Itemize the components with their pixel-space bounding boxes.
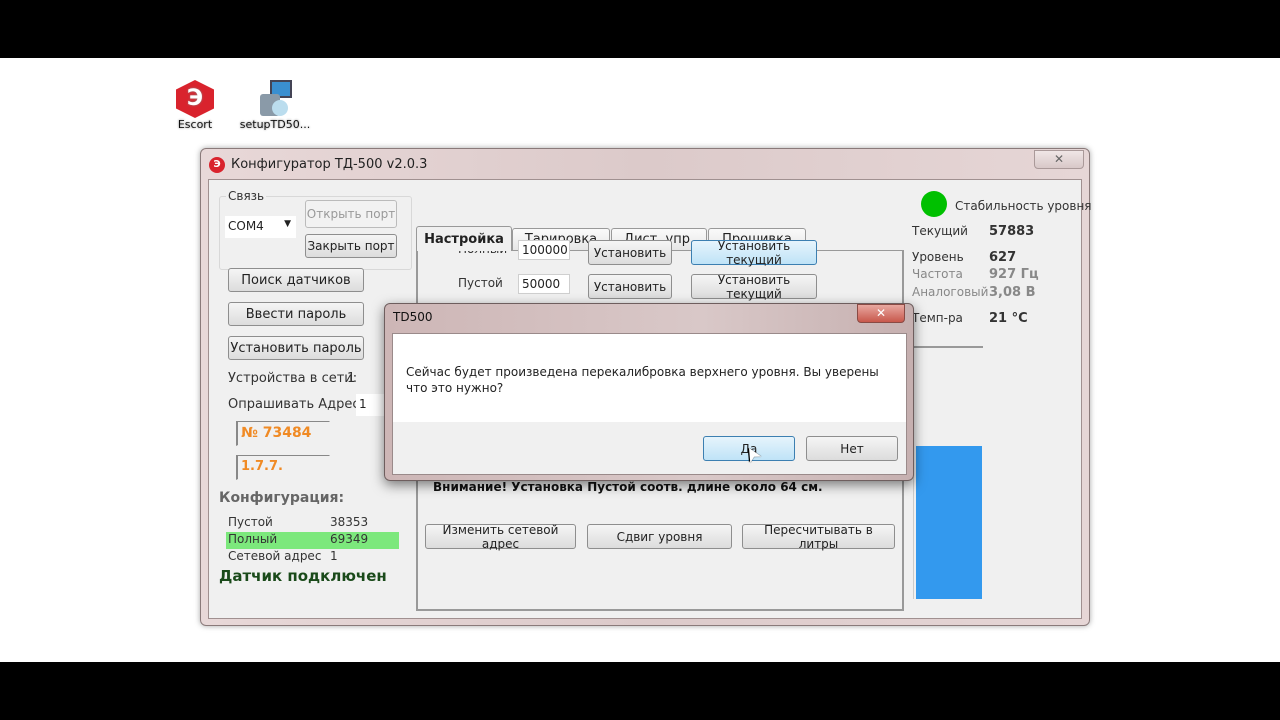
desktop-icon-label: setupTD50...: [239, 118, 311, 131]
dialog-title: TD500: [393, 310, 433, 324]
set-password-button[interactable]: Установить пароль: [228, 336, 364, 360]
app-icon: Э: [209, 157, 225, 173]
analog-label: Аналоговый: [912, 285, 989, 299]
config-empty-label: Пустой: [228, 515, 273, 529]
config-address-value: 1: [330, 549, 338, 563]
recalc-liters-button[interactable]: Пересчитывать в литры: [742, 523, 895, 551]
confirm-dialog: TD500 ✕ Сейчас будет произведена перекал…: [384, 303, 914, 481]
firmware-version-field: 1.7.7.: [236, 455, 330, 480]
level-value: 627: [989, 250, 1017, 265]
poll-address-label: Опрашивать Адрес: [228, 397, 360, 412]
level-shift-button[interactable]: Сдвиг уровня: [587, 524, 732, 549]
connection-group-label: Связь: [226, 189, 267, 203]
poll-address-input[interactable]: 1: [356, 394, 386, 416]
frequency-value: 927 Гц: [989, 267, 1039, 282]
close-button[interactable]: ✕: [1034, 150, 1084, 169]
dialog-body: Сейчас будет произведена перекалибровка …: [392, 333, 907, 475]
config-title: Конфигурация:: [219, 490, 345, 506]
frequency-label: Частота: [912, 267, 963, 281]
no-button[interactable]: Нет: [806, 436, 898, 461]
empty-label: Пустой: [458, 276, 503, 290]
connection-status: Датчик подключен: [219, 567, 387, 585]
enter-password-button[interactable]: Ввести пароль: [228, 302, 364, 326]
set-current-full-button[interactable]: Установить текущий: [691, 239, 817, 267]
set-full-button[interactable]: Установить: [588, 240, 672, 265]
analog-value: 3,08 В: [989, 285, 1036, 300]
open-port-button[interactable]: Открыть порт: [305, 200, 397, 228]
config-address-label: Сетевой адрес: [228, 549, 322, 563]
level-gauge-fill: [916, 445, 982, 599]
window-title: Конфигуратор ТД-500 v2.0.3: [231, 157, 428, 172]
stability-label: Стабильность уровня: [955, 199, 1092, 213]
close-icon: ✕: [1053, 152, 1065, 166]
close-port-button[interactable]: Закрыть порт: [305, 234, 397, 258]
config-empty-value: 38353: [330, 515, 369, 529]
tab-settings[interactable]: Настройка: [416, 226, 512, 251]
dialog-close-button[interactable]: ✕: [857, 304, 905, 323]
current-value: 57883: [989, 224, 1035, 239]
level-gauge: [913, 346, 983, 599]
full-input[interactable]: 100000: [518, 240, 570, 260]
chevron-down-icon: ▼: [284, 219, 291, 229]
dialog-message: Сейчас будет произведена перекалибровка …: [406, 365, 879, 395]
desktop-icon-label: Escort: [177, 118, 213, 131]
set-current-empty-button[interactable]: Установить текущий: [691, 273, 817, 301]
escort-app-icon: Э: [176, 80, 214, 118]
warning-text: Внимание! Установка Пустой соотв. длине …: [433, 480, 823, 494]
temperature-value: 21 °C: [989, 311, 1028, 326]
temperature-label: Темп-ра: [912, 311, 963, 325]
search-sensors-button[interactable]: Поиск датчиков: [228, 268, 364, 292]
close-icon: ✕: [875, 306, 887, 320]
desktop-icon-escort[interactable]: Э Escort: [155, 80, 235, 131]
devices-label: Устройства в сети:: [228, 371, 358, 386]
desktop-icon-setup[interactable]: setupTD50...: [235, 80, 315, 131]
empty-input[interactable]: 50000: [518, 274, 570, 294]
set-empty-button[interactable]: Установить: [588, 274, 672, 299]
port-select[interactable]: COM4 ▼: [225, 216, 296, 238]
current-label: Текущий: [912, 224, 968, 238]
change-address-button[interactable]: Изменить сетевой адрес: [425, 523, 576, 551]
config-full-label: Полный: [228, 532, 278, 546]
stability-indicator: [921, 191, 947, 217]
config-full-value: 69349: [330, 532, 369, 546]
serial-number-field: № 73484: [236, 421, 330, 446]
devices-value: 1: [347, 371, 356, 386]
level-label: Уровень: [912, 250, 964, 264]
installer-icon: [258, 80, 292, 118]
